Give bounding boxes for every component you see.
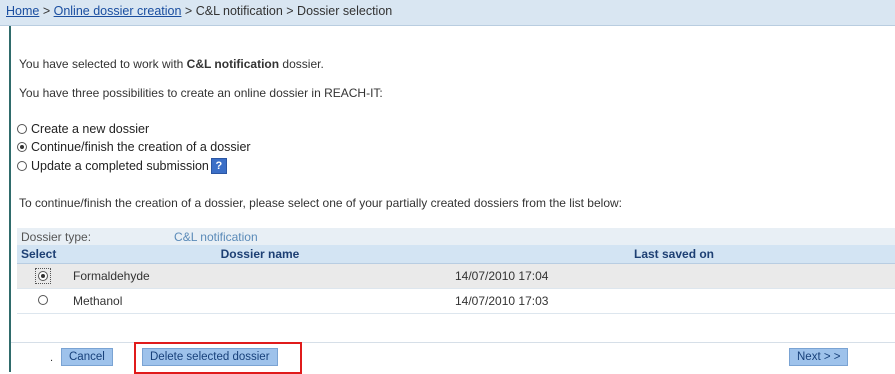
- row-dossier-name: Methanol: [69, 288, 451, 314]
- option-update-submission[interactable]: Update a completed submission ?: [17, 158, 227, 174]
- option-label: Create a new dossier: [31, 122, 150, 136]
- breadcrumb-separator: >: [181, 4, 196, 18]
- possibilities-text: You have three possibilities to create a…: [19, 86, 383, 100]
- row-select-focus[interactable]: [35, 268, 51, 284]
- breadcrumb-cl-notification: C&L notification: [195, 4, 283, 18]
- table-row[interactable]: Formaldehyde 14/07/2010 17:04: [17, 263, 895, 289]
- help-icon[interactable]: ?: [210, 158, 227, 174]
- row-select-cell[interactable]: [17, 263, 69, 289]
- row-select-cell[interactable]: [17, 288, 69, 314]
- intro-dossier-type: C&L notification: [186, 57, 280, 71]
- row-last-saved: 14/07/2010 17:03: [451, 288, 895, 314]
- breadcrumb-home-link[interactable]: Home: [6, 4, 39, 18]
- dossier-table: Dossier type: C&L notification Select Dos…: [17, 228, 895, 314]
- option-continue-finish[interactable]: Continue/finish the creation of a dossie…: [17, 140, 251, 154]
- cancel-button[interactable]: Cancel: [61, 348, 113, 366]
- intro-text: You have selected to work with C&L notif…: [19, 57, 324, 71]
- breadcrumb-current: Dossier selection: [297, 4, 393, 18]
- main-content: You have selected to work with C&L notif…: [9, 26, 895, 372]
- breadcrumb: Home > Online dossier creation > C&L not…: [0, 0, 895, 26]
- breadcrumb-separator: >: [39, 4, 54, 18]
- radio-icon[interactable]: [17, 161, 27, 171]
- breadcrumb-online-dossier-link[interactable]: Online dossier creation: [54, 4, 182, 18]
- row-dossier-name: Formaldehyde: [69, 263, 451, 289]
- radio-checked-icon[interactable]: [17, 142, 27, 152]
- next-button[interactable]: Next > >: [789, 348, 849, 366]
- intro-prefix: You have selected to work with: [19, 57, 187, 71]
- header-select: Select: [17, 245, 69, 264]
- header-last-saved: Last saved on: [451, 245, 895, 264]
- dossier-type-value: C&L notification: [174, 229, 258, 244]
- table-row[interactable]: Methanol 14/07/2010 17:03: [17, 288, 895, 314]
- option-create-new[interactable]: Create a new dossier: [17, 122, 149, 136]
- option-label: Continue/finish the creation of a dossie…: [31, 140, 251, 154]
- dot-marker: .: [50, 352, 54, 364]
- dossier-type-label: Dossier type: C&L notification: [17, 228, 451, 245]
- breadcrumb-separator: >: [282, 4, 298, 18]
- dossier-type-row: Dossier type: C&L notification: [17, 228, 895, 245]
- instruction-text: To continue/finish the creation of a dos…: [19, 196, 622, 210]
- row-last-saved: 14/07/2010 17:04: [451, 263, 895, 289]
- option-label: Update a completed submission: [31, 159, 209, 173]
- radio-icon[interactable]: [38, 295, 48, 305]
- header-dossier-name: Dossier name: [69, 245, 451, 264]
- radio-icon[interactable]: [17, 124, 27, 134]
- highlight-box: [134, 342, 302, 374]
- intro-suffix: dossier.: [279, 57, 324, 71]
- radio-checked-icon[interactable]: [38, 271, 48, 281]
- table-header-row: Select Dossier name Last saved on: [17, 245, 895, 264]
